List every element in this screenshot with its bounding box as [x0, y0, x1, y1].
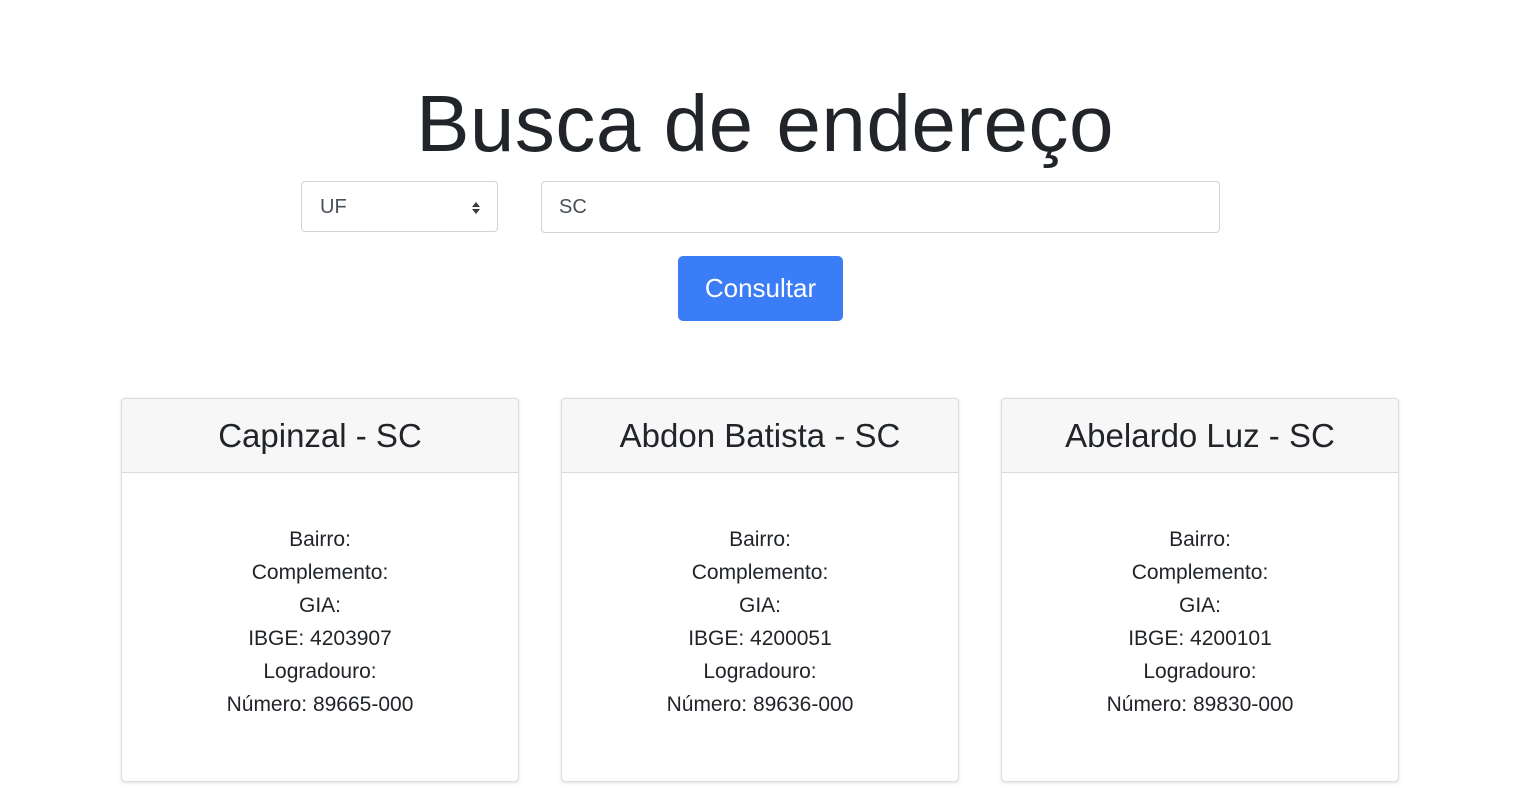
card-numero: Número: 89830-000: [1106, 693, 1294, 716]
card-bairro: Bairro:: [729, 528, 791, 551]
card-ibge: IBGE: 4200051: [688, 627, 832, 650]
card-gia: GIA:: [298, 594, 341, 617]
card-title: Abdon Batista - SC: [562, 399, 958, 473]
search-input[interactable]: [541, 181, 1220, 233]
result-card: Abelardo Luz - SC Bairro: Complemento: G…: [1001, 398, 1399, 782]
card-body: Bairro: Complemento: GIA: IBGE: 4203907 …: [122, 473, 518, 721]
card-title: Capinzal - SC: [122, 399, 518, 473]
page: Busca de endereço UF Consultar Capinzal …: [0, 0, 1530, 797]
card-numero: Número: 89665-000: [226, 693, 414, 716]
card-numero: Número: 89636-000: [666, 693, 854, 716]
card-ibge: IBGE: 4203907: [248, 627, 392, 650]
uf-select[interactable]: UF: [301, 181, 498, 232]
card-bairro: Bairro:: [1169, 528, 1231, 551]
card-gia: GIA:: [1178, 594, 1221, 617]
card-bairro: Bairro:: [289, 528, 351, 551]
sort-arrows-icon: [472, 202, 480, 214]
card-complemento: Complemento:: [691, 561, 829, 584]
card-logradouro: Logradouro:: [703, 660, 817, 683]
page-title: Busca de endereço: [416, 79, 1114, 168]
card-complemento: Complemento:: [251, 561, 389, 584]
card-body: Bairro: Complemento: GIA: IBGE: 4200051 …: [562, 473, 958, 721]
consultar-button[interactable]: Consultar: [678, 256, 843, 321]
card-gia: GIA:: [738, 594, 781, 617]
result-card: Abdon Batista - SC Bairro: Complemento: …: [561, 398, 959, 782]
card-ibge: IBGE: 4200101: [1128, 627, 1272, 650]
card-body: Bairro: Complemento: GIA: IBGE: 4200101 …: [1002, 473, 1398, 721]
card-title: Abelardo Luz - SC: [1002, 399, 1398, 473]
card-logradouro: Logradouro:: [263, 660, 377, 683]
result-card: Capinzal - SC Bairro: Complemento: GIA: …: [121, 398, 519, 782]
card-logradouro: Logradouro:: [1143, 660, 1257, 683]
uf-select-value: UF: [320, 196, 347, 218]
card-complemento: Complemento:: [1131, 561, 1269, 584]
